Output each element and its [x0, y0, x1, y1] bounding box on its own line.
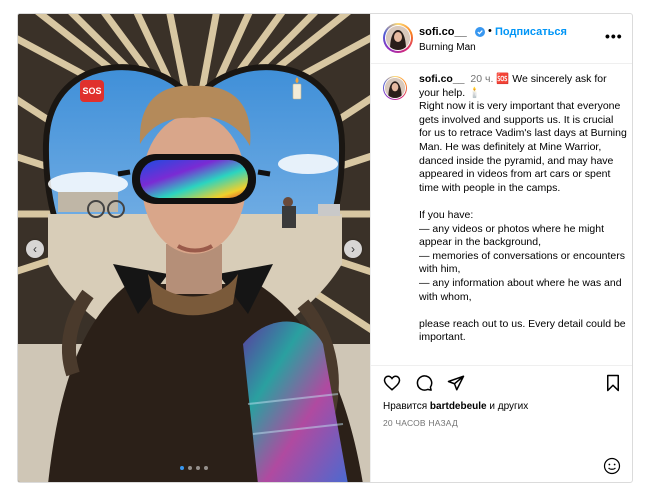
- caption-section: sofi.co__ 20 ч. 🆘 We sincerely ask for y…: [371, 65, 632, 365]
- carousel-dot[interactable]: [188, 466, 192, 470]
- separator-dot: •: [488, 25, 492, 37]
- more-icon[interactable]: •••: [605, 28, 623, 44]
- avatar[interactable]: [386, 26, 410, 50]
- post-photo: [18, 14, 370, 482]
- likes-user-link[interactable]: bartdebeule: [430, 401, 487, 412]
- chevron-right-icon[interactable]: ›: [344, 240, 362, 258]
- post-side-panel: sofi.co__ • Подписаться Burning Man ••• …: [370, 14, 632, 482]
- caption-text: sofi.co__ 20 ч. 🆘 We sincerely ask for y…: [419, 73, 627, 345]
- share-icon[interactable]: [447, 374, 465, 392]
- follow-button[interactable]: Подписаться: [495, 26, 567, 38]
- carousel-dot[interactable]: [204, 466, 208, 470]
- bookmark-icon[interactable]: [604, 374, 622, 392]
- carousel-dot[interactable]: [180, 466, 184, 470]
- comment-icon[interactable]: [415, 374, 433, 392]
- post-card: SOS ‹ › sofi.co__ • Подписаться Burning …: [17, 13, 633, 483]
- carousel-dot[interactable]: [196, 466, 200, 470]
- post-header: sofi.co__ • Подписаться Burning Man •••: [371, 14, 632, 64]
- emoji-icon[interactable]: [603, 457, 621, 475]
- likes-prefix: Нравится: [383, 401, 428, 412]
- post-actions: Нравится bartdebeule и других 20 ЧАСОВ Н…: [371, 365, 632, 482]
- heart-icon[interactable]: [383, 374, 401, 392]
- username-link[interactable]: sofi.co__: [419, 26, 467, 38]
- caption-time: 20 ч.: [470, 73, 494, 85]
- candle-icon: [292, 77, 302, 100]
- post-media[interactable]: SOS ‹ ›: [18, 14, 370, 482]
- location-link[interactable]: Burning Man: [419, 42, 476, 53]
- caption-body: 🆘 We sincerely ask for your help. 🕯️ Rig…: [419, 73, 627, 344]
- caption-username[interactable]: sofi.co__: [419, 73, 465, 85]
- sos-icon: SOS: [80, 80, 104, 102]
- carousel-dots: [18, 466, 370, 470]
- chevron-left-icon[interactable]: ‹: [26, 240, 44, 258]
- likes-suffix[interactable]: и других: [489, 401, 528, 412]
- avatar[interactable]: [385, 78, 405, 98]
- avatar-photo: [386, 26, 410, 50]
- avatar-photo: [385, 78, 405, 98]
- likes-summary: Нравится bartdebeule и других: [383, 401, 528, 412]
- verified-icon: [475, 27, 485, 37]
- post-timestamp[interactable]: 20 ЧАСОВ НАЗАД: [383, 418, 458, 428]
